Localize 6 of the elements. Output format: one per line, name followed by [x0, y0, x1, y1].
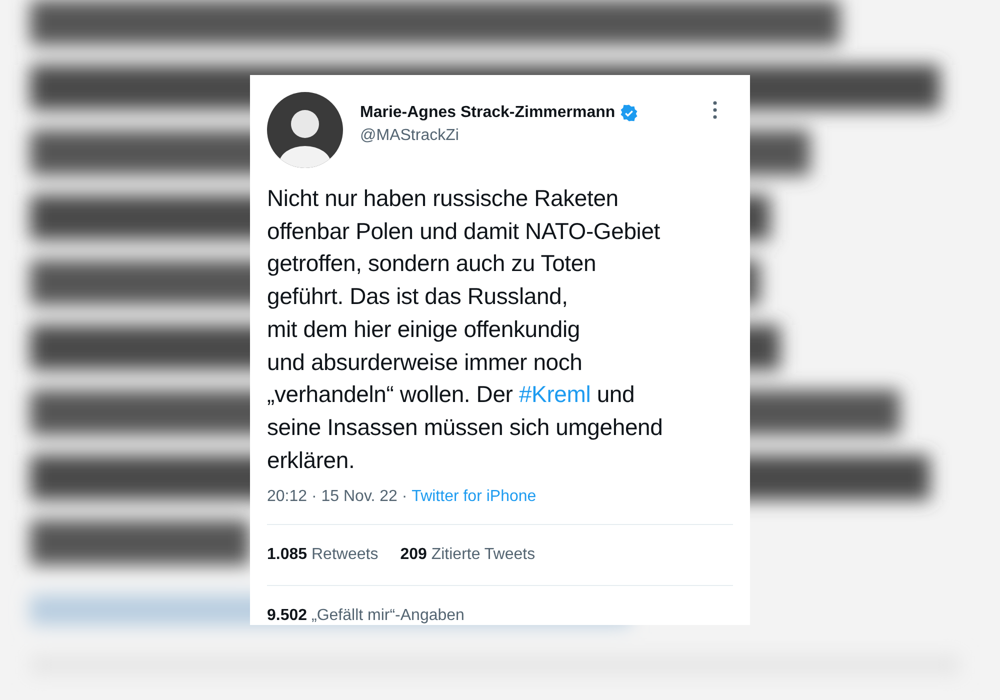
author-handle: @MAStrackZi — [360, 127, 460, 145]
author-name[interactable]: Marie-Agnes Strack-Zimmermann — [360, 104, 616, 122]
tweet-timestamp: 20:12 · 15 Nov. 22 · — [267, 488, 408, 506]
tweet-text: Nicht nur haben russische Raketen offenbar Polen und damit NATO-Gebiet getroffen, sondern auch zu Toten geführt. Das ist das Russland, mit dem hier einige offenkundig und absurderweise immer noch „verhandeln“ wollen. Der #Kreml und seine Insassen müssen sich umgehend erklären. — [267, 184, 664, 475]
stat-count[interactable]: 1.085 Retweets — [267, 546, 378, 564]
stat-count[interactable]: 209 Zitierte Tweets — [400, 546, 536, 564]
